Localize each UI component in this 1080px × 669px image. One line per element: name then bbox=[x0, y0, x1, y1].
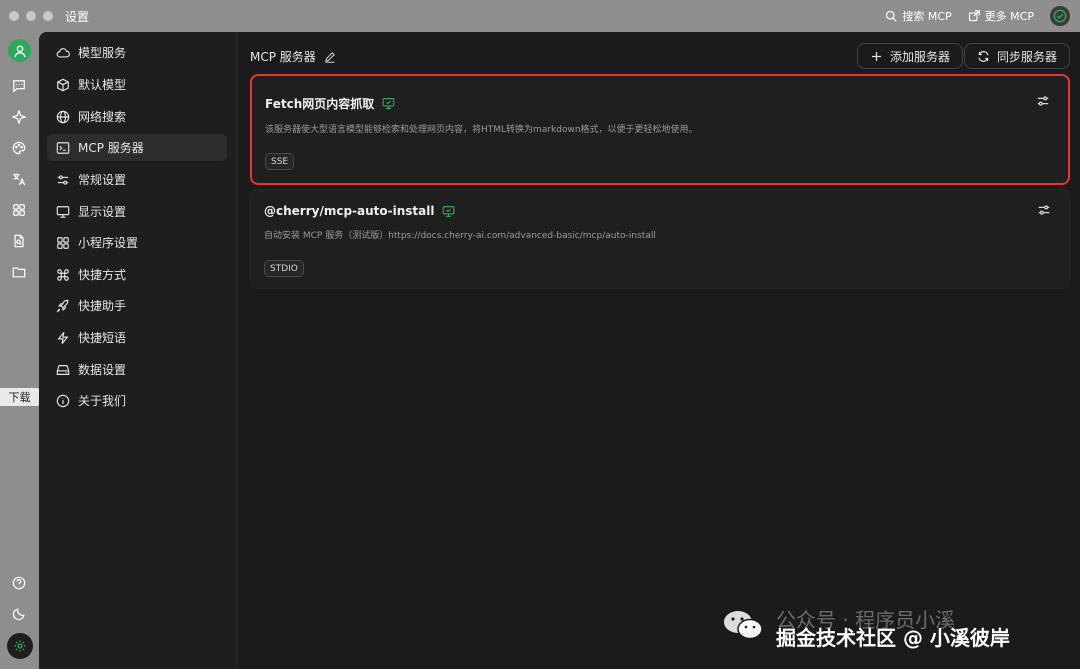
content-header: MCP 服务器 bbox=[250, 48, 336, 65]
avatar[interactable] bbox=[8, 39, 31, 62]
terminal-icon bbox=[56, 141, 70, 154]
chat-icon[interactable] bbox=[9, 76, 29, 96]
info-icon bbox=[56, 394, 70, 407]
sidebar-item-miniapp-settings[interactable]: 小程序设置 bbox=[47, 229, 227, 256]
palette-icon[interactable] bbox=[9, 138, 29, 158]
sidebar-item-label: 快捷方式 bbox=[78, 268, 127, 282]
sidebar-item-label: 网络搜索 bbox=[78, 110, 127, 124]
server-card[interactable]: Fetch网页内容抓取 该服务器使大型语言模型能够检索和处理网页内容，将HTML… bbox=[250, 74, 1070, 185]
sidebar-item-quick-phrases[interactable]: 快捷短语 bbox=[47, 324, 227, 351]
server-name: Fetch网页内容抓取 bbox=[265, 97, 375, 111]
download-tag[interactable]: 下载 bbox=[0, 388, 39, 406]
server-description: 自动安装 MCP 服务（测试版）https://docs.cherry-ai.c… bbox=[264, 231, 656, 241]
transport-badge: STDIO bbox=[264, 260, 304, 277]
sync-server-label: 同步服务器 bbox=[997, 49, 1058, 64]
sidebar-item-about[interactable]: 关于我们 bbox=[47, 387, 227, 414]
sidebar-item-display-settings[interactable]: 显示设置 bbox=[47, 198, 227, 225]
sidebar-item-label: 小程序设置 bbox=[78, 236, 139, 250]
sparkle-icon[interactable] bbox=[9, 107, 29, 127]
sidebar-item-label: 数据设置 bbox=[78, 363, 127, 377]
grid-icon bbox=[57, 236, 69, 249]
external-link-icon bbox=[968, 10, 980, 22]
plus-icon bbox=[872, 51, 881, 61]
settings-sliders-icon[interactable] bbox=[1036, 94, 1050, 108]
check-circle-icon bbox=[1053, 9, 1067, 23]
sidebar-item-label: MCP 服务器 bbox=[78, 141, 144, 155]
sidebar-item-label: 关于我们 bbox=[78, 394, 127, 408]
sidebar-item-quick-assistant[interactable]: 快捷助手 bbox=[47, 292, 227, 319]
wechat-logo bbox=[724, 611, 763, 640]
sidebar-item-label: 显示设置 bbox=[78, 205, 127, 219]
page-title: MCP 服务器 bbox=[250, 50, 316, 64]
sidebar-item-mcp-server[interactable]: MCP 服务器 bbox=[47, 134, 227, 161]
globe-icon bbox=[56, 110, 70, 123]
edit-icon[interactable] bbox=[324, 51, 336, 63]
zap-icon bbox=[57, 331, 69, 344]
window-controls[interactable] bbox=[9, 11, 53, 21]
server-description: 该服务器使大型语言模型能够检索和处理网页内容，将HTML转换为markdown格… bbox=[265, 125, 698, 135]
watermark-line-2: 掘金技术社区 @ 小溪彼岸 bbox=[776, 626, 1010, 650]
search-icon bbox=[886, 10, 898, 22]
server-name: @cherry/mcp-auto-install bbox=[264, 204, 435, 218]
server-title: @cherry/mcp-auto-install bbox=[264, 204, 455, 218]
settings-sidebar: 模型服务 默认模型 网络搜索 MCP 服务器 常规设置 显示设置 小程序设置 快… bbox=[39, 32, 237, 669]
drive-icon bbox=[56, 364, 70, 375]
search-mcp-button[interactable]: 搜索 MCP bbox=[885, 8, 952, 24]
maximize-window-button[interactable] bbox=[43, 11, 53, 21]
help-icon[interactable] bbox=[9, 573, 29, 593]
settings-window: 模型服务 默认模型 网络搜索 MCP 服务器 常规设置 显示设置 小程序设置 快… bbox=[39, 32, 1080, 669]
add-server-label: 添加服务器 bbox=[890, 49, 951, 64]
monitor-icon bbox=[382, 98, 395, 109]
cloud-icon bbox=[56, 47, 70, 58]
close-window-button[interactable] bbox=[9, 11, 19, 21]
sidebar-item-model-service[interactable]: 模型服务 bbox=[47, 39, 227, 66]
sidebar-item-general-settings[interactable]: 常规设置 bbox=[47, 166, 227, 193]
sidebar-item-shortcuts[interactable]: 快捷方式 bbox=[47, 261, 227, 288]
sidebar-item-label: 快捷短语 bbox=[78, 331, 127, 345]
search-mcp-label: 搜索 MCP bbox=[902, 10, 952, 23]
sidebar-item-data-settings[interactable]: 数据设置 bbox=[47, 356, 227, 383]
transport-badge: SSE bbox=[265, 153, 295, 170]
folder-icon[interactable] bbox=[9, 262, 29, 282]
sliders-icon bbox=[57, 174, 69, 185]
rocket-icon bbox=[56, 299, 69, 313]
cube-icon bbox=[57, 78, 69, 91]
sidebar-item-web-search[interactable]: 网络搜索 bbox=[47, 103, 227, 130]
minimize-window-button[interactable] bbox=[26, 11, 36, 21]
title-bar: 设置 搜索 MCP 更多 MCP bbox=[0, 0, 1080, 32]
mcp-content: MCP 服务器 添加服务器 同步服务器 Fetch网页内容抓取 该服务器使大型语… bbox=[238, 32, 1080, 669]
icon-rail: 下载 bbox=[0, 32, 39, 669]
settings-sliders-icon[interactable] bbox=[1037, 203, 1051, 217]
server-card[interactable]: @cherry/mcp-auto-install 自动安装 MCP 服务（测试版… bbox=[250, 189, 1070, 289]
sidebar-item-label: 常规设置 bbox=[78, 173, 127, 187]
monitor-icon bbox=[443, 205, 455, 217]
add-server-button[interactable]: 添加服务器 bbox=[857, 43, 964, 69]
more-mcp-label: 更多 MCP bbox=[984, 10, 1034, 23]
refresh-icon bbox=[978, 50, 989, 62]
command-icon bbox=[57, 268, 69, 281]
sync-server-button[interactable]: 同步服务器 bbox=[964, 43, 1071, 69]
settings-button[interactable] bbox=[7, 633, 33, 659]
user-icon bbox=[13, 44, 26, 57]
translate-icon[interactable] bbox=[9, 169, 29, 189]
more-mcp-button[interactable]: 更多 MCP bbox=[968, 8, 1034, 24]
sidebar-item-label: 模型服务 bbox=[78, 46, 127, 60]
sidebar-item-label: 快捷助手 bbox=[78, 299, 127, 313]
gear-icon bbox=[14, 640, 26, 652]
file-search-icon[interactable] bbox=[9, 231, 29, 251]
apps-grid-icon[interactable] bbox=[9, 200, 29, 220]
sidebar-item-label: 默认模型 bbox=[78, 78, 127, 92]
server-title: Fetch网页内容抓取 bbox=[265, 95, 395, 112]
window-title: 设置 bbox=[65, 9, 90, 24]
moon-icon[interactable] bbox=[9, 604, 29, 624]
sidebar-item-default-model[interactable]: 默认模型 bbox=[47, 71, 227, 98]
status-indicator[interactable] bbox=[1050, 6, 1070, 26]
monitor-icon bbox=[56, 205, 70, 218]
